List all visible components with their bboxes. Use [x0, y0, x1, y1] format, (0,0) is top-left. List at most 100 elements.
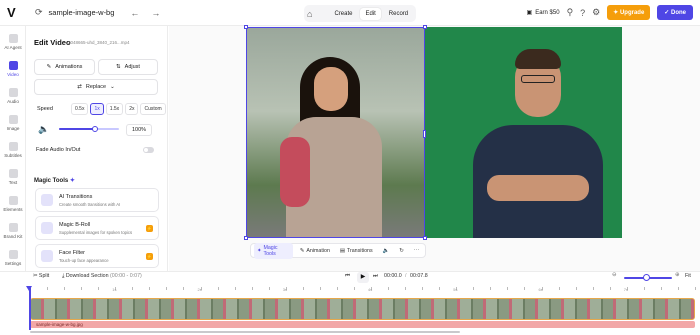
earn-button[interactable]: ▣ Earn $50	[527, 9, 560, 17]
speed-option-selected[interactable]: 1x	[90, 103, 104, 115]
zoom-knob[interactable]	[642, 274, 650, 281]
transitions-label: Transitions	[346, 247, 373, 254]
ruler-label: 5s	[453, 287, 458, 292]
play-button[interactable]: ▶	[357, 272, 369, 283]
speed-option[interactable]: 0.5x	[71, 103, 89, 115]
download-label: Download Section	[65, 273, 109, 279]
rail-item-text[interactable]: Text	[0, 169, 26, 185]
help-icon[interactable]: ?	[580, 8, 585, 18]
rail-item-settings[interactable]: Settings	[0, 250, 26, 266]
transitions-button[interactable]: ▤ Transitions	[337, 246, 376, 256]
rail-item-video[interactable]: Video	[0, 61, 26, 77]
download-range: (00:00 - 0:07)	[110, 273, 142, 279]
left-rail: AI Agent Video Audio Image Subtitles Tex…	[0, 26, 26, 271]
volume-knob[interactable]	[92, 126, 98, 132]
adjust-label: Adjust	[124, 64, 140, 70]
speed-option[interactable]: 2x	[125, 103, 139, 115]
rail-label: Subtitles	[4, 153, 22, 158]
brand-kit-icon	[8, 223, 18, 232]
video-track-clip[interactable]	[30, 298, 695, 320]
rail-item-image[interactable]: Image	[0, 115, 26, 131]
volume-value[interactable]: 100%	[126, 124, 153, 136]
top-bar: V ⟳ sample-image-w-bg ← → ⌂ Create Edit …	[0, 0, 700, 26]
ruler-label: 4s	[368, 287, 373, 292]
sync-icon[interactable]: ⟳	[35, 7, 43, 18]
fade-toggle[interactable]	[143, 147, 154, 153]
tab-record[interactable]: Record	[384, 8, 413, 20]
tool-subtitle: Touch-up face appearance	[59, 258, 109, 263]
image-man-green-background[interactable]	[425, 27, 622, 238]
ruler-tick	[319, 287, 321, 290]
redo-icon[interactable]: →	[151, 8, 160, 18]
timeline-scrollbar[interactable]	[30, 331, 460, 333]
replace-button[interactable]: ⇄ Replace ⌄	[34, 79, 158, 95]
ruler-label: 1s	[112, 287, 117, 292]
resize-handle[interactable]	[423, 25, 427, 29]
rail-item-brand-kit[interactable]: Brand Kit	[0, 223, 26, 239]
rail-item-subtitles[interactable]: Subtitles	[0, 142, 26, 158]
animation-icon: ✎	[46, 64, 52, 70]
rail-item-audio[interactable]: Audio	[0, 88, 26, 104]
volume-slider[interactable]	[59, 126, 119, 132]
ruler-tick	[251, 287, 253, 290]
tool-title: Magic B-Roll	[59, 222, 91, 228]
app-logo[interactable]: V	[7, 5, 23, 20]
more-button[interactable]: ⋯	[411, 246, 422, 256]
zoom-out-icon[interactable]: ⊖	[612, 272, 616, 278]
split-button[interactable]: ✂ Split	[33, 273, 49, 279]
rail-label: Image	[6, 126, 20, 131]
video-icon	[8, 61, 18, 70]
settings-icon[interactable]: ⚙	[592, 7, 600, 18]
rail-label: Audio	[7, 99, 19, 104]
ruler-tick	[234, 287, 236, 290]
selection-outline[interactable]	[246, 27, 425, 238]
tab-edit[interactable]: Edit	[360, 7, 381, 20]
fit-button[interactable]: Fit	[685, 273, 691, 279]
resize-handle[interactable]	[423, 130, 426, 138]
undo-icon[interactable]: ←	[130, 8, 139, 18]
upgrade-button[interactable]: ✦ Upgrade	[607, 5, 651, 20]
fade-row: Fade Audio In/Out	[34, 143, 158, 157]
adjust-button[interactable]: ⇅ Adjust	[98, 59, 158, 75]
loop-button[interactable]: ↻	[396, 246, 406, 256]
animation-icon: ✎	[299, 247, 305, 254]
done-button[interactable]: ✓ Done	[657, 5, 693, 20]
tool-card-magic-b-roll[interactable]: Magic B-Roll Supplemental images for spo…	[35, 216, 159, 240]
volume-icon[interactable]: 🔈	[38, 124, 49, 135]
premium-badge-icon: ⚡	[146, 253, 153, 260]
rail-item-elements[interactable]: Elements	[0, 196, 26, 212]
resize-handle[interactable]	[244, 236, 248, 240]
search-icon[interactable]: ⚲	[567, 7, 574, 18]
animations-button[interactable]: ✎ Animations	[34, 59, 95, 75]
gear-icon	[8, 250, 18, 259]
skip-forward-icon[interactable]: ⏭	[373, 273, 378, 280]
playhead[interactable]	[26, 286, 32, 330]
volume-button[interactable]: 🔈	[380, 246, 393, 256]
speed-option[interactable]: Custom	[140, 103, 166, 115]
ruler-tick	[643, 287, 645, 290]
download-section-button[interactable]: ⤓ Download Section (00:00 - 0:07)	[62, 273, 142, 280]
rail-item-ai-agent[interactable]: AI Agent	[0, 34, 26, 50]
ruler-tick	[507, 287, 509, 290]
file-name[interactable]: sample-image-w-bg	[49, 8, 115, 17]
time-separator: /	[405, 273, 407, 279]
earn-label: Earn $50	[535, 9, 560, 16]
skip-back-icon[interactable]: ⏮	[345, 273, 350, 280]
tool-subtitle: Create smooth transitions with AI	[59, 202, 121, 207]
image-track[interactable]: sample-image-w-bg.jpg	[30, 321, 695, 328]
tool-card-face-filter[interactable]: Face Filter Touch-up face appearance ⚡	[35, 244, 159, 268]
home-icon[interactable]: ⌂	[307, 9, 312, 19]
magic-tools-button[interactable]: ✦ Magic Tools	[254, 242, 293, 259]
animation-button[interactable]: ✎ Animation	[297, 246, 333, 256]
tab-create[interactable]: Create	[329, 8, 357, 20]
tool-card-ai-transitions[interactable]: AI Transitions Create smooth transitions…	[35, 188, 159, 212]
ruler-tick	[98, 287, 100, 290]
speed-option[interactable]: 1.5x	[105, 103, 124, 115]
resize-handle[interactable]	[423, 236, 427, 240]
premium-badge-icon: ⚡	[146, 225, 153, 232]
timeline-ruler[interactable]: 1s 2s 3s 4s 5s 6s 7s	[30, 287, 696, 294]
zoom-in-icon[interactable]: ⊕	[675, 272, 679, 278]
audio-icon	[8, 88, 18, 97]
ruler-label: 6s	[538, 287, 543, 292]
resize-handle[interactable]	[244, 25, 248, 29]
